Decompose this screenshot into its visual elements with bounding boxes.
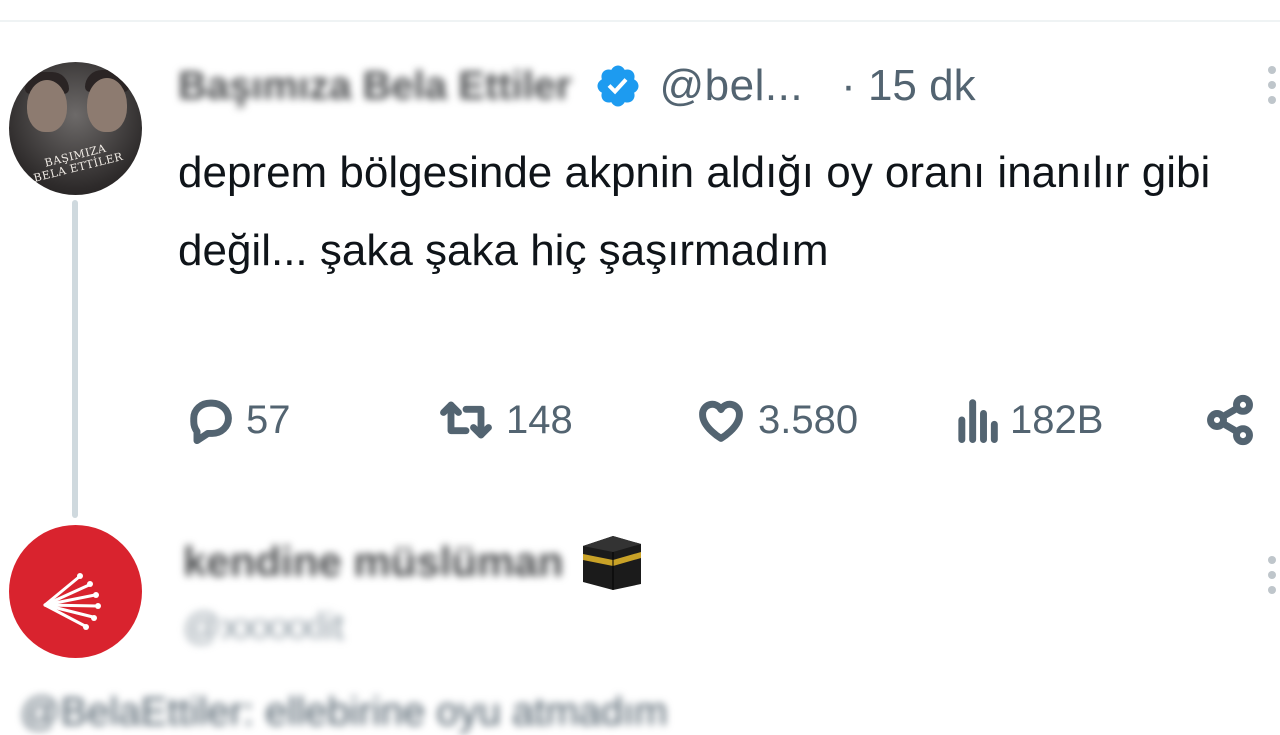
avatar-logo-text: BAŞIMIZA BELA ETTİLER (32, 141, 125, 185)
retweet-button[interactable]: 148 (436, 390, 573, 450)
post-header: Başımıza Bela Ettiler @bel... · 15 dk (178, 58, 976, 114)
retweet-count: 148 (506, 397, 573, 442)
action-bar: 57 148 3.580 182B (180, 390, 1280, 450)
share-icon (1207, 394, 1253, 446)
display-name[interactable]: Başımıza Bela Ettiler (178, 64, 572, 109)
user-handle[interactable]: @bel... (660, 61, 804, 111)
more-icon[interactable] (1264, 556, 1280, 602)
avatar-face-right (87, 78, 127, 132)
kaaba-emoji-icon (583, 536, 642, 590)
retweet-icon (440, 401, 492, 439)
share-button[interactable] (1204, 390, 1256, 450)
more-icon[interactable] (1264, 66, 1280, 112)
avatar-face-left (27, 80, 67, 132)
reply-count: 57 (246, 397, 291, 442)
party-logo-icon (43, 573, 101, 630)
avatar[interactable] (9, 525, 142, 658)
like-icon (699, 400, 743, 442)
reply-text: @BelaEttiler: ellebirine oyu atmadım (20, 690, 668, 734)
thread-connector-line (72, 200, 78, 518)
top-divider (0, 20, 1280, 22)
verified-badge-icon (597, 65, 638, 107)
views-icon (958, 399, 998, 443)
avatar[interactable]: BAŞIMIZA BELA ETTİLER (9, 62, 142, 195)
like-button[interactable]: 3.580 (694, 390, 858, 450)
reply-button[interactable]: 57 (184, 390, 291, 450)
views-count: 182B (1010, 397, 1104, 442)
like-count: 3.580 (758, 397, 859, 442)
post-timestamp[interactable]: · 15 dk (841, 61, 976, 111)
reply-header: kendine müslüman (183, 532, 645, 592)
user-handle[interactable]: @xxxxxlit (183, 606, 344, 649)
views-button[interactable]: 182B (954, 390, 1103, 450)
display-name[interactable]: kendine müslüman (183, 538, 563, 586)
reply-icon (190, 399, 232, 445)
tweet-text: deprem bölgesinde akpnin aldığı oy oranı… (178, 148, 1211, 275)
